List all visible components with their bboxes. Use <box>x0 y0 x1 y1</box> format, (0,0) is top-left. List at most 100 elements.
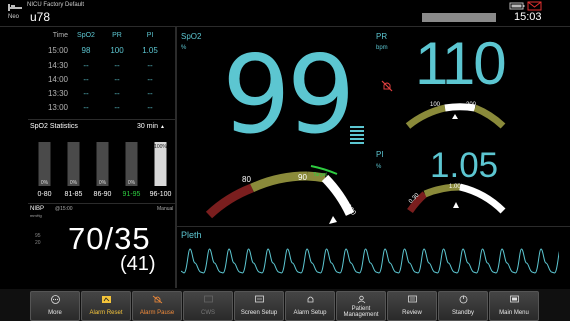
cell-pi: -- <box>147 89 153 98</box>
cell-pr: -- <box>114 75 120 84</box>
button-label: Patient Management <box>343 306 379 318</box>
cell-time: 13:00 <box>47 103 68 112</box>
button-label: Review <box>402 310 422 316</box>
trend-table[interactable]: Time SpO2 PR PI 15:00 98 100 1.05 14:30 … <box>0 28 175 118</box>
button-label: Alarm Setup <box>293 310 327 316</box>
pr-label[interactable]: PR <box>376 32 387 41</box>
signal-quality-icon <box>350 126 364 148</box>
spo2-label[interactable]: SpO2 <box>181 32 201 41</box>
spo2-unit: % <box>181 45 187 51</box>
table-row: 14:30 -- -- -- <box>0 61 175 75</box>
battery-icon <box>509 2 525 10</box>
pr-gauge <box>405 103 506 129</box>
stats-period-value: 30 min <box>137 123 159 130</box>
nibp-value[interactable]: 70/35 <box>68 221 151 257</box>
alarm-setup-button[interactable]: Alarm Setup <box>285 291 335 321</box>
col-pi: PI <box>146 32 154 39</box>
cell-spo2: -- <box>83 75 89 84</box>
spo2-gauge <box>205 165 355 224</box>
cell-pi: -- <box>147 61 153 70</box>
button-label: Standby <box>451 310 475 316</box>
clock: 15:03 <box>514 11 542 23</box>
cell-pr: -- <box>114 89 120 98</box>
button-label: More <box>48 310 62 316</box>
nibp-time: @15:00 <box>55 206 73 212</box>
config-title: NICU Factory Default <box>27 2 85 8</box>
cell-pi: -- <box>147 103 153 112</box>
histogram-category-label: 86-90 <box>94 191 112 198</box>
alarm-setup-icon <box>307 296 314 303</box>
histogram-category-label: 96-100 <box>150 191 172 198</box>
col-time: Time <box>52 32 68 39</box>
cell-spo2: 98 <box>81 46 91 55</box>
spo2-target-label: Target <box>313 172 328 178</box>
histogram-value-label: 0% <box>41 180 49 186</box>
standby-icon <box>459 295 468 304</box>
pr-gauge-tick: 200 <box>466 102 477 108</box>
pleth-label[interactable]: Pleth <box>181 230 202 240</box>
button-label: Main Menu <box>499 310 529 316</box>
cell-spo2: -- <box>83 103 89 112</box>
alarm-pause-icon <box>152 295 163 304</box>
table-row: 13:00 -- -- -- <box>0 103 175 117</box>
histogram-value-label: 0% <box>99 180 107 186</box>
pr-value[interactable]: 110 <box>415 32 507 96</box>
quick-key-bar: More Alarm Reset Alarm Pause CWS Screen Setu… <box>0 289 570 321</box>
patient-icon <box>357 295 366 304</box>
cell-pi: 1.05 <box>142 46 158 55</box>
pr-unit: bpm <box>376 45 388 51</box>
main-menu-icon <box>510 295 519 303</box>
message-area[interactable] <box>422 13 496 22</box>
cws-button: CWS <box>183 291 233 321</box>
alarm-reset-button[interactable]: Alarm Reset <box>81 291 131 321</box>
histogram-category-label: 91-95 <box>123 191 141 198</box>
main-menu-button[interactable]: Main Menu <box>489 291 539 321</box>
col-pr: PR <box>112 32 122 39</box>
pi-label[interactable]: PI <box>376 150 384 159</box>
pi-value[interactable]: 1.05 <box>430 146 498 186</box>
pi-unit: % <box>376 164 382 170</box>
stats-period-select[interactable]: 30 min ▲ <box>137 123 165 130</box>
more-icon <box>51 295 60 304</box>
cell-pi: -- <box>147 75 153 84</box>
cell-spo2: -- <box>83 61 89 70</box>
review-button[interactable]: Review <box>387 291 437 321</box>
table-row: 14:00 -- -- -- <box>0 75 175 89</box>
pleth-waveform <box>181 248 559 274</box>
alarm-pause-button[interactable]: Alarm Pause <box>132 291 182 321</box>
spo2-gauge-tick: 80 <box>242 175 251 184</box>
spo2-value[interactable]: 99 <box>222 42 355 150</box>
divider <box>177 226 570 227</box>
nibp-limit-high: 95 <box>35 233 41 239</box>
review-icon <box>408 295 417 303</box>
spo2-gauge-tick: 90 <box>298 173 307 182</box>
pi-gauge <box>407 183 506 214</box>
cws-icon <box>204 295 213 303</box>
histogram-value-label: 0% <box>128 180 136 186</box>
cell-pr: 100 <box>110 46 124 55</box>
button-label: CWS <box>201 310 215 316</box>
nibp-mode: Manual <box>157 206 174 212</box>
screen-setup-button[interactable]: Screen Setup <box>234 291 284 321</box>
histogram-category-label: 0-80 <box>37 191 51 198</box>
nibp-unit: mmHg <box>30 213 42 218</box>
nibp-mean: (41) <box>120 253 156 275</box>
chevron-up-icon: ▲ <box>159 124 165 130</box>
cell-pr: -- <box>114 103 120 112</box>
pr-gauge-tick: 100 <box>430 102 441 108</box>
table-row: 13:30 -- -- -- <box>0 89 175 103</box>
alarm-reset-icon <box>102 296 111 303</box>
spo2-stats-title: SpO2 Statistics <box>30 123 78 130</box>
header: NICU Factory Default Neo u78 15:03 <box>0 0 570 26</box>
standby-button[interactable]: Standby <box>438 291 488 321</box>
nibp-label: NIBP <box>30 206 45 212</box>
cell-pr: -- <box>114 61 120 70</box>
more-button[interactable]: More <box>30 291 80 321</box>
spo2-histogram: 0% 0-80 0% 81-85 0% 86-90 0% 91-95 100% 96-100 <box>37 142 172 198</box>
patient-management-button[interactable]: Patient Management <box>336 291 386 321</box>
cell-time: 13:30 <box>47 89 68 98</box>
mail-icon[interactable] <box>527 1 542 11</box>
bed-number[interactable]: u78 <box>30 10 50 24</box>
cell-time: 15:00 <box>47 46 68 55</box>
patient-mode[interactable]: Neo <box>8 14 19 20</box>
